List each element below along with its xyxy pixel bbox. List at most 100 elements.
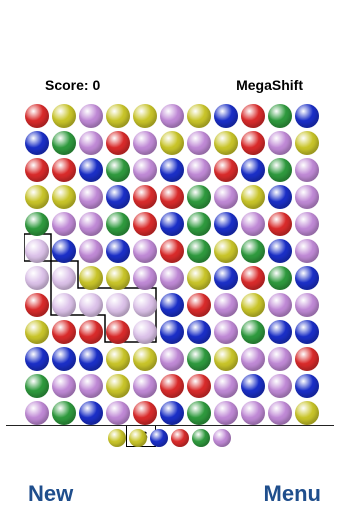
ball-blue[interactable] [106,185,130,209]
ball-green[interactable] [52,401,76,425]
ball-red[interactable] [214,158,238,182]
ball-green[interactable] [187,185,211,209]
ball-purple[interactable] [79,239,103,263]
ball-green[interactable] [268,158,292,182]
ball-green[interactable] [187,401,211,425]
ball-yellow[interactable] [106,347,130,371]
ball-yellow[interactable] [160,131,184,155]
ball-blue[interactable] [295,104,319,128]
ball-selected-lilac[interactable] [52,293,76,317]
ball-purple[interactable] [214,320,238,344]
ball-red[interactable] [160,239,184,263]
ball-green[interactable] [268,104,292,128]
ball-purple[interactable] [133,131,157,155]
ball-green[interactable] [106,212,130,236]
ball-blue[interactable] [214,104,238,128]
ball-red[interactable] [106,320,130,344]
ball-purple[interactable] [241,401,265,425]
ball-green[interactable] [241,320,265,344]
ball-yellow[interactable] [295,401,319,425]
ball-purple[interactable] [214,374,238,398]
ball-purple[interactable] [52,374,76,398]
new-game-button[interactable]: New [28,481,73,507]
ball-blue[interactable] [160,158,184,182]
ball-red[interactable] [187,293,211,317]
ball-purple[interactable] [79,131,103,155]
ball-purple[interactable] [295,185,319,209]
ball-blue[interactable] [160,212,184,236]
ball-blue[interactable] [79,347,103,371]
ball-yellow[interactable] [214,347,238,371]
ball-blue[interactable] [214,212,238,236]
ball-red[interactable] [241,104,265,128]
ball-yellow[interactable] [52,104,76,128]
ball-purple[interactable] [295,293,319,317]
ball-yellow[interactable] [25,185,49,209]
ball-purple[interactable] [106,401,130,425]
ball-blue[interactable] [79,158,103,182]
ball-purple[interactable] [160,347,184,371]
ball-blue[interactable] [214,266,238,290]
ball-purple[interactable] [214,401,238,425]
ball-purple[interactable] [295,158,319,182]
ball-red[interactable] [160,185,184,209]
ball-purple[interactable] [268,293,292,317]
ball-red[interactable] [25,104,49,128]
ball-yellow[interactable] [295,131,319,155]
menu-button[interactable]: Menu [264,481,321,507]
ball-blue[interactable] [79,401,103,425]
ball-blue[interactable] [160,401,184,425]
ball-yellow[interactable] [187,104,211,128]
ball-yellow[interactable] [106,374,130,398]
ball-green[interactable] [52,131,76,155]
ball-purple[interactable] [241,212,265,236]
ball-green[interactable] [187,347,211,371]
ball-red[interactable] [295,347,319,371]
ball-green[interactable] [187,212,211,236]
ball-yellow[interactable] [25,320,49,344]
ball-blue[interactable] [106,239,130,263]
ball-red[interactable] [241,266,265,290]
ball-selected-lilac[interactable] [106,293,130,317]
ball-yellow[interactable] [187,266,211,290]
ball-selected-lilac[interactable] [52,266,76,290]
ball-blue[interactable] [25,131,49,155]
ball-purple[interactable] [268,131,292,155]
ball-red[interactable] [52,320,76,344]
ball-purple[interactable] [25,401,49,425]
ball-purple[interactable] [133,158,157,182]
ball-purple[interactable] [268,401,292,425]
ball-red[interactable] [241,131,265,155]
ball-red[interactable] [187,374,211,398]
ball-blue[interactable] [295,320,319,344]
ball-red[interactable] [133,185,157,209]
ball-purple[interactable] [133,239,157,263]
ball-red[interactable] [160,374,184,398]
ball-purple[interactable] [295,212,319,236]
game-board[interactable]: 56 [24,103,319,447]
ball-green[interactable] [25,374,49,398]
ball-green[interactable] [106,158,130,182]
ball-purple[interactable] [187,158,211,182]
ball-green[interactable] [25,212,49,236]
ball-selected-lilac[interactable] [25,266,49,290]
ball-blue[interactable] [52,347,76,371]
ball-red[interactable] [52,158,76,182]
ball-yellow[interactable] [106,266,130,290]
ball-purple[interactable] [187,131,211,155]
ball-selected-lilac[interactable] [79,293,103,317]
ball-purple[interactable] [79,185,103,209]
ball-purple[interactable] [52,212,76,236]
ball-yellow[interactable] [52,185,76,209]
ball-yellow[interactable] [79,266,103,290]
ball-purple[interactable] [268,374,292,398]
ball-selected-lilac[interactable] [133,293,157,317]
ball-purple[interactable] [214,293,238,317]
ball-green[interactable] [241,239,265,263]
ball-blue[interactable] [160,320,184,344]
ball-yellow[interactable] [106,104,130,128]
ball-selected-lilac[interactable] [25,239,49,263]
ball-blue[interactable] [241,374,265,398]
ball-purple[interactable] [160,266,184,290]
ball-red[interactable] [25,293,49,317]
